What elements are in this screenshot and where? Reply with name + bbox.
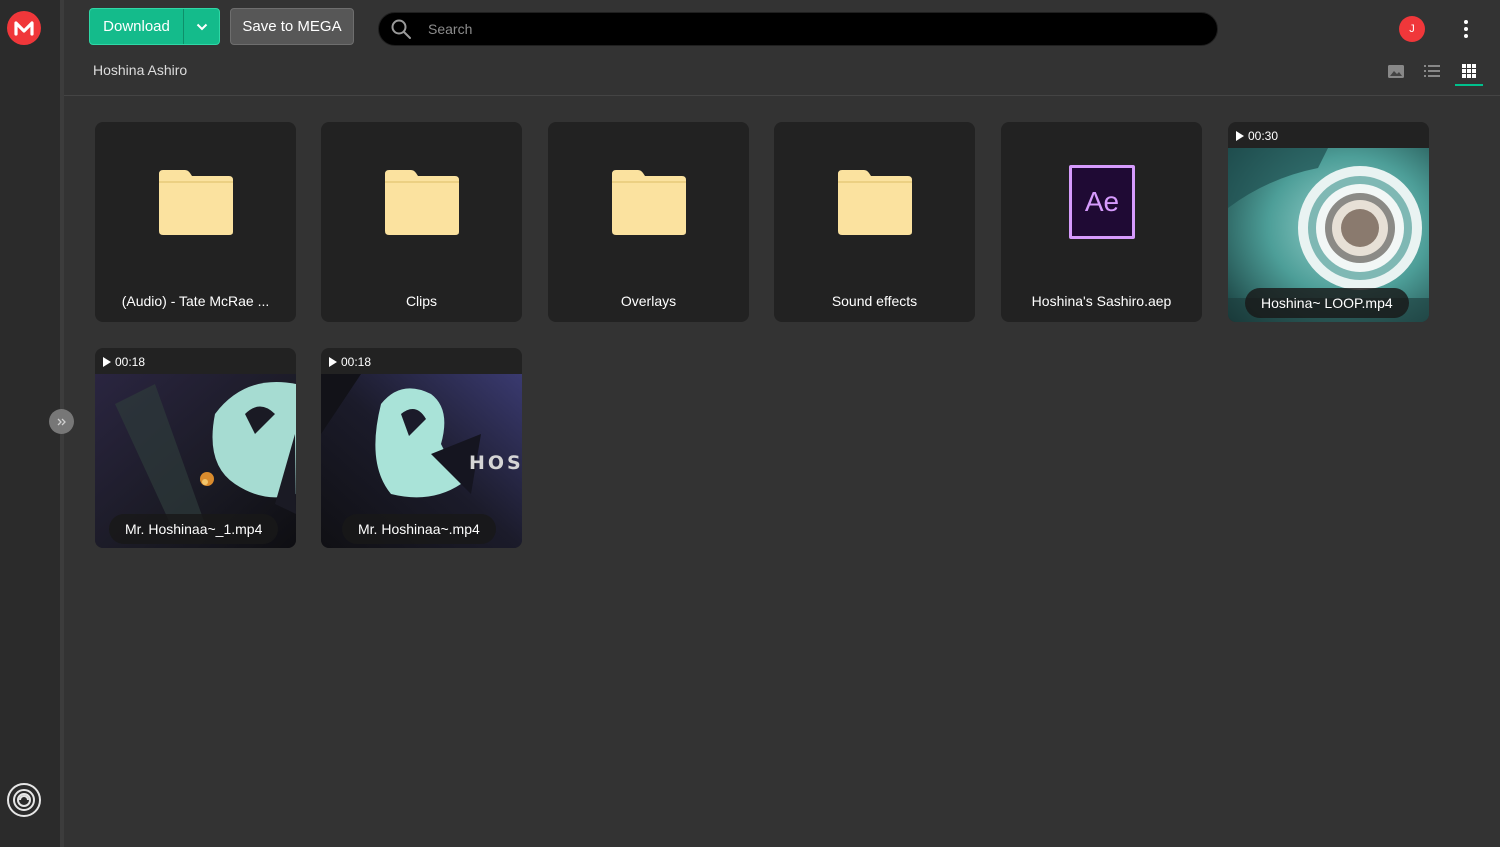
mega-logo-icon[interactable] <box>7 11 41 45</box>
item-name: (Audio) - Tate McRae ... <box>121 293 270 309</box>
folder-icon <box>385 170 459 235</box>
chevron-down-icon <box>196 23 207 30</box>
list-view-icon[interactable] <box>1420 59 1444 83</box>
breadcrumb[interactable]: Hoshina Ashiro <box>93 62 187 78</box>
grid-view-icon[interactable] <box>1455 59 1483 86</box>
search-icon <box>391 19 411 39</box>
item-name: Mr. Hoshinaa~.mp4 <box>342 514 496 544</box>
item-name: Mr. Hoshinaa~_1.mp4 <box>109 514 279 544</box>
topbar: Download Save to MEGA J Hoshina Ashiro <box>64 0 1500 96</box>
item-name: Hoshina's Sashiro.aep <box>1031 293 1172 309</box>
item-name: Clips <box>405 293 438 309</box>
play-icon <box>103 357 111 367</box>
video-tile[interactable]: 00:18 Mr. Hoshinaa~_1.mp4 <box>95 348 296 548</box>
item-name: Hoshina~ LOOP.mp4 <box>1245 288 1409 318</box>
folder-icon <box>838 170 912 235</box>
item-name: Sound effects <box>831 293 918 309</box>
video-tile[interactable]: 00:18 Mr. Hoshinaa~.mp4 HOSI <box>321 348 522 548</box>
duration-text: 00:18 <box>341 355 372 369</box>
thumbnail-view-icon[interactable] <box>1384 59 1408 83</box>
item-name: Overlays <box>620 293 677 309</box>
download-button[interactable]: Download <box>89 8 220 45</box>
folder-icon <box>612 170 686 235</box>
sync-logo-icon[interactable] <box>7 783 41 817</box>
avatar[interactable]: J <box>1399 16 1425 42</box>
video-duration: 00:30 <box>1236 127 1278 145</box>
duration-text: 00:30 <box>1248 129 1279 143</box>
folder-tile[interactable]: Clips <box>321 122 522 322</box>
folder-icon <box>159 170 233 235</box>
video-duration: 00:18 <box>103 353 145 371</box>
duration-text: 00:18 <box>115 355 146 369</box>
video-tile[interactable]: 00:30 Hoshina~ LOOP.mp4 <box>1228 122 1429 322</box>
play-icon <box>329 357 337 367</box>
more-vertical-icon[interactable] <box>1456 16 1476 42</box>
folder-tile[interactable]: (Audio) - Tate McRae ... <box>95 122 296 322</box>
after-effects-icon: Ae <box>1069 165 1135 239</box>
folder-tile[interactable]: Sound effects <box>774 122 975 322</box>
video-overlay-text: HOSI <box>469 452 522 474</box>
download-options-button[interactable] <box>184 9 219 44</box>
folder-tile[interactable]: Overlays <box>548 122 749 322</box>
save-to-mega-button[interactable]: Save to MEGA <box>230 8 354 45</box>
search-bar[interactable] <box>378 12 1218 46</box>
search-input[interactable] <box>428 21 1217 37</box>
download-label[interactable]: Download <box>90 9 184 44</box>
video-duration: 00:18 <box>329 353 371 371</box>
expand-sidebar-icon[interactable] <box>49 409 74 434</box>
file-tile[interactable]: Ae Hoshina's Sashiro.aep <box>1001 122 1202 322</box>
play-icon <box>1236 131 1244 141</box>
